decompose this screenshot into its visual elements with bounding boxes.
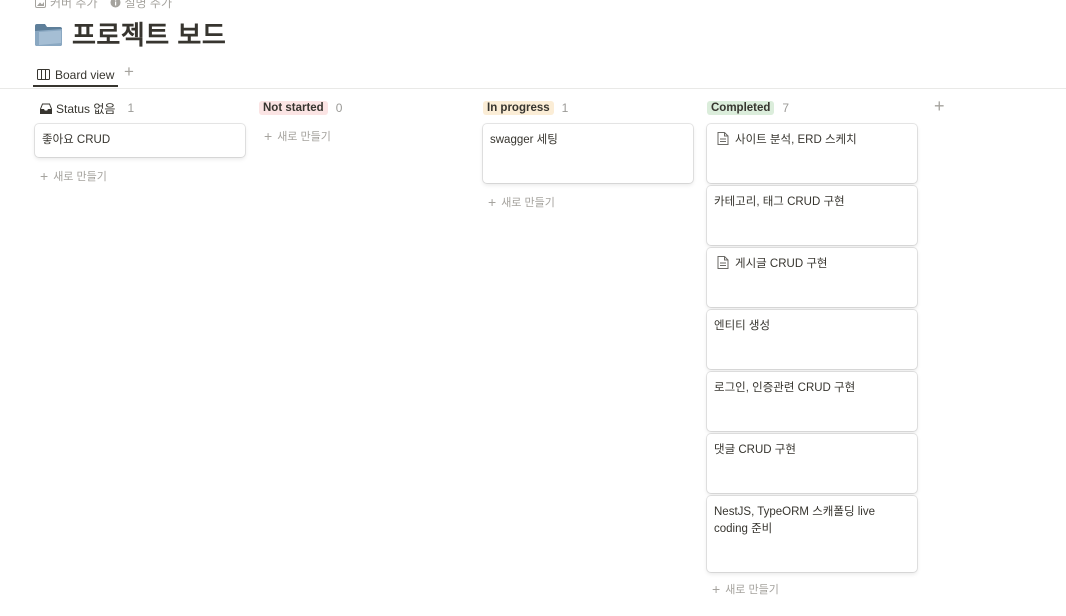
page-title[interactable]: 프로젝트 보드 [72, 15, 226, 52]
add-description-button[interactable]: 설명 추가 [110, 0, 173, 11]
column-header[interactable]: In progress 1 [483, 98, 693, 118]
column-name: Not started [263, 102, 324, 114]
card-title: 게시글 CRUD 구현 [735, 258, 828, 270]
add-description-label: 설명 추가 [124, 0, 173, 10]
column-header[interactable]: Completed 7 [707, 98, 917, 118]
column-name: In progress [487, 102, 550, 114]
column-not-started: Not started 0 + 새로 만들기 [259, 98, 469, 152]
tab-board-view[interactable]: Board view [33, 64, 119, 87]
card[interactable]: 게시글 CRUD 구현 [707, 248, 917, 307]
card[interactable]: 로그인, 인증관련 CRUD 구현 [707, 372, 917, 431]
view-bar: Board view + [0, 60, 1066, 89]
document-icon [717, 132, 729, 145]
card[interactable]: 카테고리, 태그 CRUD 구현 [707, 186, 917, 245]
card-title: 사이트 분석, ERD 스케치 [735, 134, 857, 146]
card-title: 댓글 CRUD 구현 [714, 444, 796, 456]
folder-icon[interactable] [34, 21, 64, 47]
card[interactable]: 댓글 CRUD 구현 [707, 434, 917, 493]
column-name: Status 없음 [56, 101, 116, 116]
add-group-button[interactable]: + [934, 96, 945, 117]
add-cover-button[interactable]: 커버 추가 [35, 0, 98, 11]
column-header[interactable]: Not started 0 [259, 98, 469, 118]
plus-icon: + [488, 194, 497, 210]
card-title: swagger 세팅 [490, 134, 558, 146]
plus-icon: + [264, 128, 273, 144]
column-label: Completed [707, 101, 775, 115]
card-title: 로그인, 인증관련 CRUD 구현 [714, 382, 856, 394]
add-cover-label: 커버 추가 [50, 0, 98, 10]
new-card-button[interactable]: + 새로 만들기 [707, 575, 917, 605]
new-card-label: 새로 만들기 [53, 171, 107, 183]
new-card-button[interactable]: + 새로 만들기 [35, 160, 245, 192]
page-top-actions: 커버 추가 설명 추가 [35, 0, 172, 11]
card[interactable]: 사이트 분석, ERD 스케치 [707, 124, 917, 183]
document-icon [717, 256, 729, 269]
card[interactable]: 엔티티 생성 [707, 310, 917, 369]
column-label: Not started [259, 101, 328, 115]
card[interactable]: 좋아요 CRUD [35, 124, 245, 157]
card[interactable]: NestJS, TypeORM 스캐폴딩 live coding 준비 [707, 496, 917, 572]
column-count: 1 [561, 101, 569, 115]
column-header[interactable]: Status 없음 1 [35, 98, 245, 118]
new-card-button[interactable]: + 새로 만들기 [259, 118, 469, 152]
plus-icon: + [712, 581, 721, 597]
inbox-icon [40, 103, 52, 114]
new-card-label: 새로 만들기 [501, 197, 555, 209]
image-icon [35, 0, 46, 8]
column-count: 0 [335, 101, 343, 115]
info-icon [110, 0, 120, 8]
new-card-button[interactable]: + 새로 만들기 [483, 186, 693, 218]
card-title: 카테고리, 태그 CRUD 구현 [714, 196, 845, 208]
plus-icon: + [40, 168, 49, 184]
column-no-status: Status 없음 1 좋아요 CRUD + 새로 만들기 [35, 98, 245, 192]
card-title: 엔티티 생성 [714, 320, 771, 332]
board-icon [37, 69, 50, 80]
page-header: 프로젝트 보드 [34, 15, 226, 52]
column-label: In progress [483, 101, 554, 115]
add-view-button[interactable]: + [124, 62, 134, 82]
column-label: Status 없음 [35, 99, 119, 118]
column-count: 1 [127, 101, 135, 115]
card[interactable]: swagger 세팅 [483, 124, 693, 183]
new-card-label: 새로 만들기 [725, 584, 779, 596]
column-name: Completed [711, 102, 771, 114]
column-count: 7 [782, 101, 790, 115]
card-title: 좋아요 CRUD [42, 134, 111, 146]
tab-label: Board view [55, 67, 115, 82]
new-card-label: 새로 만들기 [277, 131, 331, 143]
column-completed: Completed 7 사이트 분석, ERD 스케치 카테고리, 태그 CRU… [707, 98, 917, 605]
column-in-progress: In progress 1 swagger 세팅 + 새로 만들기 [483, 98, 693, 218]
card-title: NestJS, TypeORM 스캐폴딩 live coding 준비 [714, 506, 875, 535]
